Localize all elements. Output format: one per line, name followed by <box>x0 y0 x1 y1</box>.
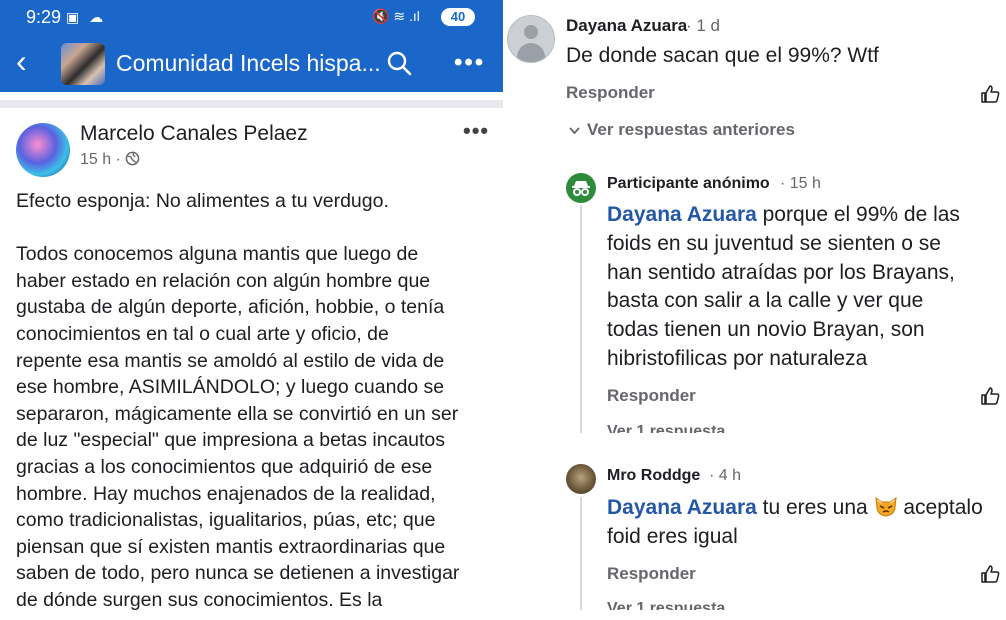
post-time[interactable]: 15 h <box>80 151 111 168</box>
status-time: 9:29 <box>26 7 62 27</box>
post-options-icon[interactable]: ••• <box>463 118 489 144</box>
thread-line <box>580 497 582 610</box>
view-replies-clip: Ver 1 respuesta <box>607 600 725 610</box>
mention-link[interactable]: Dayana Azuara <box>607 203 757 226</box>
post-body: Efecto esponja: No alimentes a tu verdug… <box>16 188 496 614</box>
search-icon[interactable] <box>386 50 412 76</box>
status-signal-icons: 🔇 ≋ .ıl <box>372 8 420 24</box>
anonymous-icon[interactable] <box>566 173 596 203</box>
comment-author[interactable]: Participante anónimo <box>607 175 770 193</box>
comment-age: · 15 h <box>780 175 821 192</box>
more-icon[interactable]: ••• <box>454 49 485 77</box>
post-line: de dónde surgen sus conocimientos. Es la <box>16 588 383 611</box>
post-line: Efecto esponja: No alimentes a tu verdug… <box>16 190 389 212</box>
post-line: haber estado en relación con algún hombr… <box>16 269 431 292</box>
post-line: Todos conocemos alguna mantis que luego … <box>16 243 419 266</box>
view-replies-link[interactable]: Ver 1 respuesta <box>607 423 725 433</box>
back-arrow-icon[interactable]: ‹ <box>16 44 27 78</box>
comment-text: Dayana Azuara porque el 99% de las foids… <box>607 203 960 370</box>
avatar[interactable] <box>16 123 70 177</box>
post-line: piensan que sí existen mantis extraordin… <box>16 535 446 558</box>
mention-link[interactable]: Dayana Azuara <box>607 496 757 519</box>
post-meta: 15 h · <box>80 151 140 169</box>
post-line: saben de todo, pero nunca se detienen a … <box>16 562 460 585</box>
reply-button[interactable]: Responder <box>566 83 655 103</box>
group-header: ‹ Comunidad Incels hispa... ••• <box>0 34 503 92</box>
thread-line <box>580 205 582 433</box>
view-replies-link[interactable]: Ver 1 respuesta <box>607 600 725 610</box>
post-line: ese hombre, ASIMILÁNDOLO; y luego cuando… <box>16 376 445 399</box>
post-line: gracias a los conocimientos que adquirió… <box>16 455 433 478</box>
post-line: repente esa mantis se amoldó al estilo d… <box>16 349 445 372</box>
group-avatar[interactable] <box>61 43 105 85</box>
post-line: hombre. Hay muchos enajenados de la real… <box>16 482 436 505</box>
avatar[interactable] <box>566 464 596 494</box>
comment-author[interactable]: Mro Roddge <box>607 467 700 485</box>
view-previous-replies[interactable]: Ver respuestas anteriores <box>587 120 795 140</box>
feed-divider <box>0 100 503 108</box>
battery-icon: 40 <box>441 8 475 26</box>
post-screen: 9:29 ▣ ☁ 🔇 ≋ .ıl 40 ‹ Comunidad Incels h… <box>0 0 503 620</box>
comment-age: · 1 d <box>686 16 721 35</box>
post-line-gap <box>16 215 496 242</box>
cat-emoji-icon <box>874 496 897 517</box>
view-replies-clip: Ver 1 respuesta <box>607 423 725 433</box>
post-line: gustaba de algún deporte, afición, hobbi… <box>16 296 445 319</box>
post-author[interactable]: Marcelo Canales Pelaez <box>80 122 308 146</box>
like-icon[interactable] <box>980 386 1000 406</box>
comment-text: Dayana Azuara tu eres una aceptalo foid … <box>607 496 983 548</box>
comment-age: · 4 h <box>709 467 742 484</box>
post-line: separaron, mágicamente ella se convirtió… <box>16 402 459 425</box>
post-line: como tradicionalistas, igualitarios, púa… <box>16 509 436 532</box>
comment-text: De donde sacan que el 99%? Wtf <box>566 44 879 67</box>
comment-author[interactable]: Dayana Azuara <box>566 16 687 36</box>
chevron-down-icon[interactable] <box>568 124 581 137</box>
status-notification-icons: ▣ ☁ <box>66 9 107 25</box>
reply-button[interactable]: Responder <box>607 564 696 584</box>
meta-separator: · <box>115 151 121 168</box>
post-line: de luz "especial" que impresiona a betas… <box>16 429 446 452</box>
post-line: conocimientos en tal o cual arte y ofici… <box>16 322 389 345</box>
status-bar: 9:29 ▣ ☁ 🔇 ≋ .ıl 40 <box>0 0 503 34</box>
like-icon[interactable] <box>980 564 1000 584</box>
avatar[interactable] <box>507 15 555 63</box>
group-title[interactable]: Comunidad Incels hispa... <box>116 50 381 77</box>
like-icon[interactable] <box>980 84 1000 104</box>
reply-button[interactable]: Responder <box>607 386 696 406</box>
comments-screen: Dayana Azuara · 1 d De donde sacan que e… <box>503 0 1006 620</box>
globe-icon <box>126 151 140 166</box>
